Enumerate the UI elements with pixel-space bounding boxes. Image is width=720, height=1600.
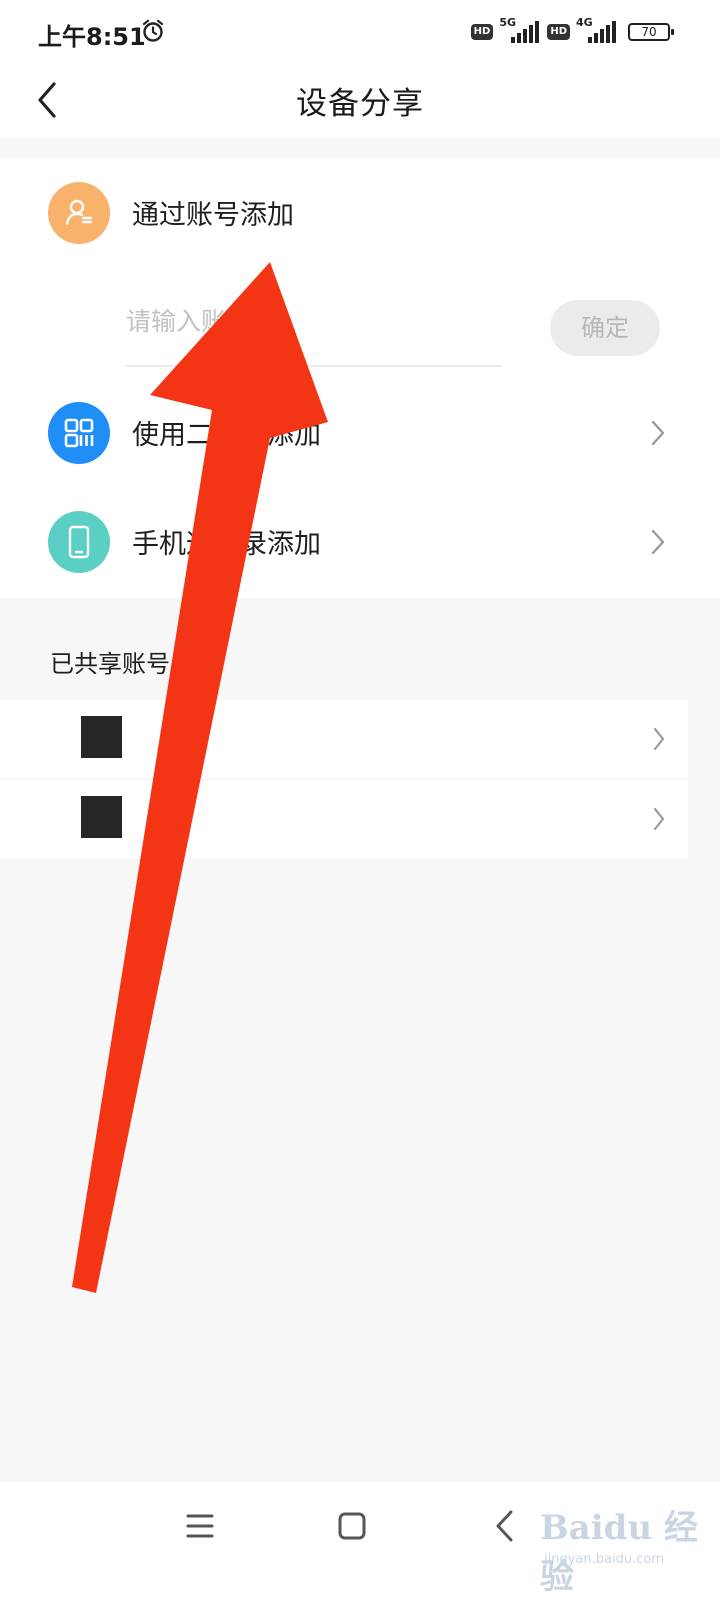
page-title: 设备分享	[296, 86, 424, 122]
signal-5g-icon: 5G	[499, 16, 541, 45]
status-indicators: HD 5G HD 4G 70	[470, 16, 674, 47]
baidu-jingyan-watermark: Baidu 经验 jingyan.baidu.com	[540, 1492, 710, 1597]
chevron-right-icon	[651, 420, 665, 446]
home-icon[interactable]	[330, 1504, 374, 1548]
shared-account-row[interactable]	[0, 700, 688, 780]
shared-accounts-list	[0, 700, 688, 860]
watermark-logo: Baidu 经验	[540, 1508, 699, 1597]
person-icon	[48, 182, 110, 244]
back-nav-icon[interactable]	[484, 1504, 528, 1548]
battery-level: 70	[641, 25, 657, 39]
hd-badge: HD	[470, 24, 494, 40]
signal-4g-icon: 4G	[576, 16, 618, 45]
status-bar: 上午8:51 HD 5G HD 4G 70	[0, 0, 720, 64]
shared-accounts-title: 已共享账号	[50, 650, 170, 678]
add-by-contacts-option[interactable]: 手机通讯录添加	[0, 492, 720, 592]
watermark-url: jingyan.baidu.com	[544, 1552, 664, 1567]
add-by-account-option[interactable]: 通过账号添加	[0, 163, 720, 263]
account-input-wrapper	[126, 285, 502, 367]
hd-badge: HD	[547, 24, 570, 40]
add-by-contacts-label: 手机通讯录添加	[132, 529, 321, 560]
chevron-right-icon	[653, 807, 665, 831]
qr-code-icon	[48, 402, 110, 464]
status-time: 上午8:51	[38, 23, 146, 51]
confirm-button[interactable]: 确定	[550, 300, 660, 356]
account-input[interactable]	[126, 301, 486, 341]
alarm-icon	[142, 19, 164, 42]
chevron-right-icon	[651, 529, 665, 555]
add-options-card: 通过账号添加 确定 使用二维码添加 手机通讯录添加	[0, 158, 720, 598]
avatar	[81, 796, 122, 838]
chevron-right-icon	[653, 727, 665, 751]
avatar	[81, 716, 122, 758]
shared-account-row[interactable]	[0, 780, 688, 860]
battery-icon: 70	[628, 23, 674, 41]
top-nav-bar: 设备分享	[0, 64, 720, 138]
add-by-qrcode-label: 使用二维码添加	[132, 420, 321, 451]
add-by-account-label: 通过账号添加	[132, 200, 294, 231]
menu-icon[interactable]	[178, 1504, 222, 1548]
phone-icon	[48, 511, 110, 573]
add-by-qrcode-option[interactable]: 使用二维码添加	[0, 383, 720, 483]
